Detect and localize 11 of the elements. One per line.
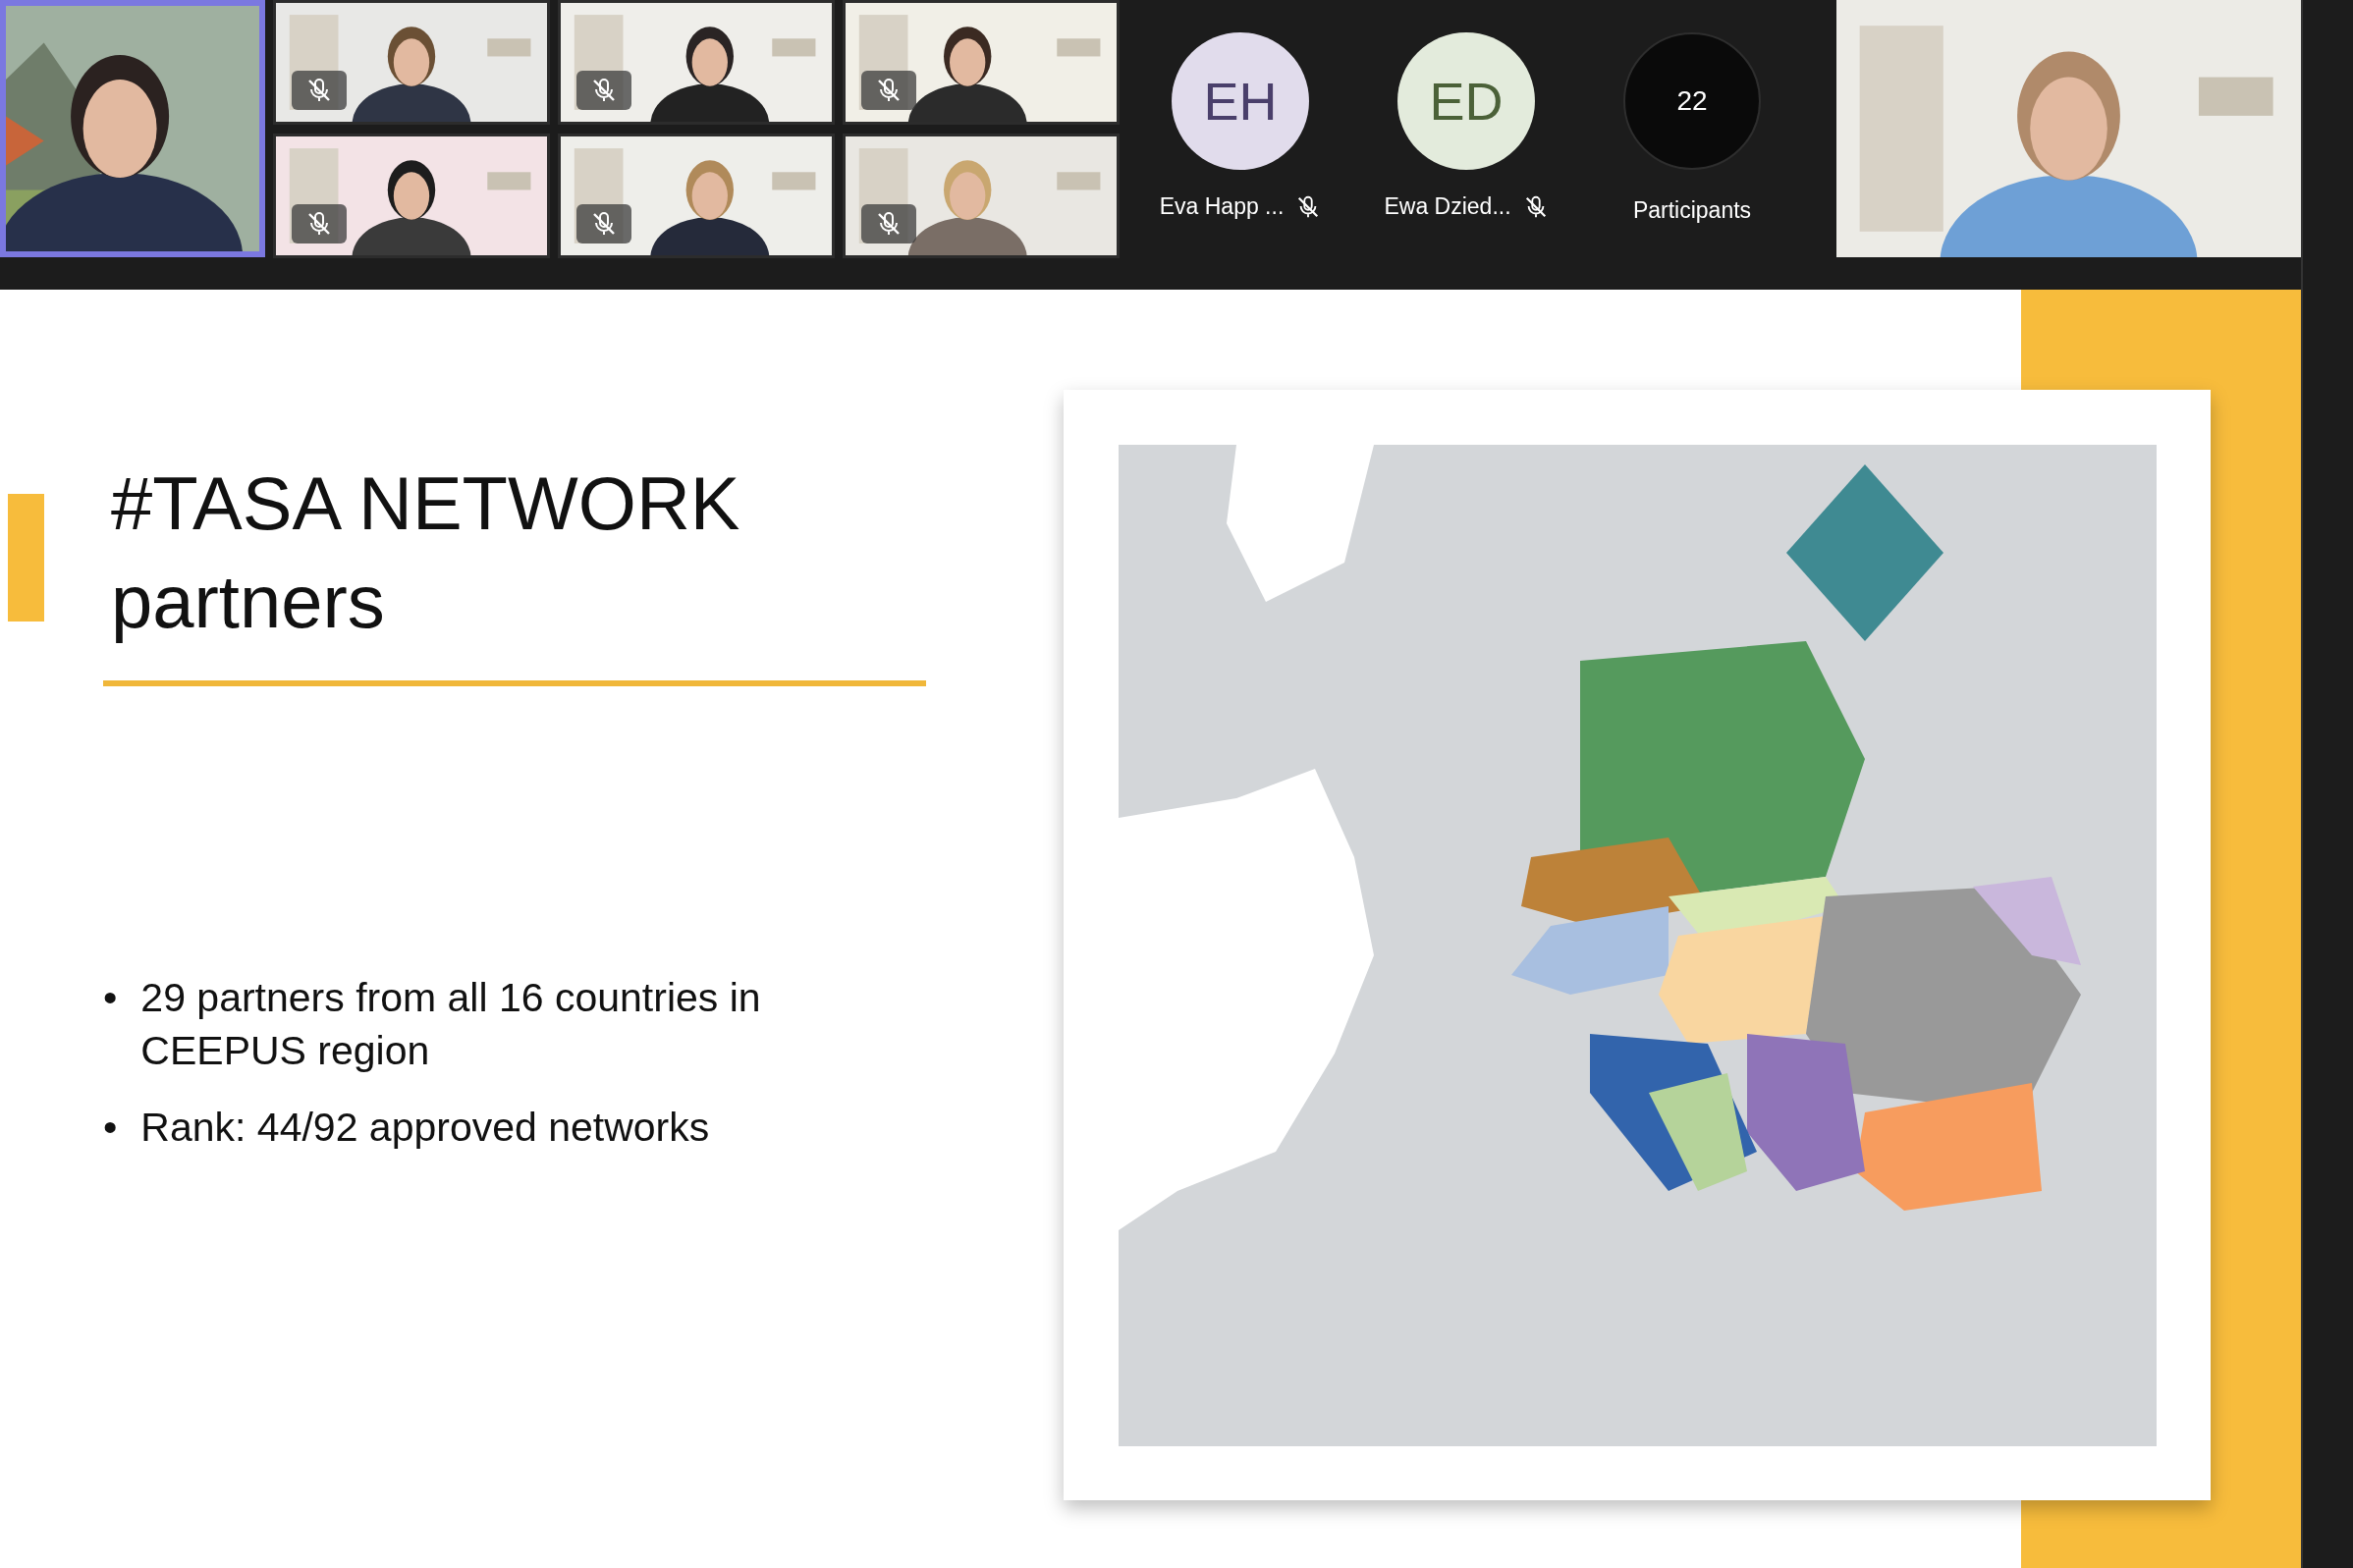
avatar-initials: ED bbox=[1397, 32, 1535, 170]
participants-button[interactable]: 22 Participants bbox=[1618, 32, 1766, 224]
bullet-text: 29 partners from all 16 countries in CEEPUS region bbox=[140, 974, 762, 1075]
bullet-text: Rank: 44/92 approved networks bbox=[140, 1104, 710, 1152]
bullet-marker: • bbox=[103, 1104, 118, 1152]
avatar-initials: EH bbox=[1172, 32, 1309, 170]
participant-count: 22 bbox=[1623, 32, 1761, 170]
participant-name: Eva Happ ... bbox=[1159, 193, 1285, 220]
participant-name: Ewa Dzied... bbox=[1384, 193, 1511, 220]
slide-title: #TASA NETWORK partners bbox=[111, 460, 741, 645]
bullet-marker: • bbox=[103, 974, 118, 1022]
